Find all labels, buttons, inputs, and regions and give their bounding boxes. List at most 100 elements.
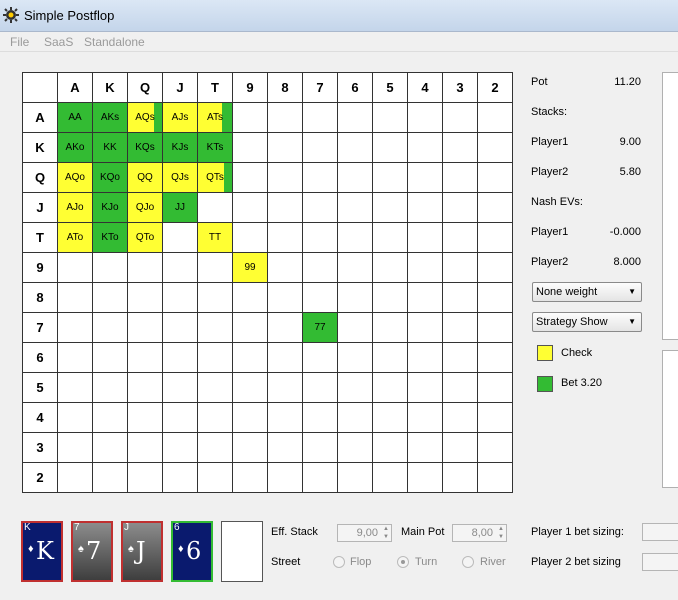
- hand-cell[interactable]: [92, 402, 128, 433]
- hand-cell[interactable]: [442, 162, 478, 193]
- hand-cell[interactable]: [57, 282, 93, 313]
- hand-cell[interactable]: [92, 312, 128, 343]
- hand-cell[interactable]: [477, 252, 513, 283]
- hand-cell[interactable]: [407, 252, 443, 283]
- hand-cell[interactable]: [407, 192, 443, 223]
- hand-cell[interactable]: [337, 102, 373, 133]
- hand-cell[interactable]: [302, 372, 338, 403]
- hand-cell[interactable]: QQ: [127, 162, 163, 193]
- hand-cell[interactable]: [162, 372, 198, 403]
- hand-cell[interactable]: [302, 282, 338, 313]
- hand-cell[interactable]: [337, 402, 373, 433]
- hand-cell[interactable]: [442, 222, 478, 253]
- hand-cell[interactable]: [57, 432, 93, 463]
- hand-cell[interactable]: [337, 432, 373, 463]
- hand-cell[interactable]: [232, 132, 268, 163]
- hand-cell[interactable]: [232, 192, 268, 223]
- hand-cell[interactable]: QTo: [127, 222, 163, 253]
- hand-cell[interactable]: [162, 462, 198, 493]
- hand-cell[interactable]: [92, 432, 128, 463]
- menu-saas[interactable]: SaaS: [44, 35, 73, 49]
- hand-cell[interactable]: [57, 342, 93, 373]
- hand-cell[interactable]: [57, 252, 93, 283]
- hand-cell[interactable]: KJs: [162, 132, 198, 163]
- hand-cell[interactable]: [337, 192, 373, 223]
- hand-cell[interactable]: [267, 282, 303, 313]
- hand-cell[interactable]: [407, 402, 443, 433]
- hand-cell[interactable]: [162, 432, 198, 463]
- hand-cell[interactable]: [407, 312, 443, 343]
- hand-cell[interactable]: KJo: [92, 192, 128, 223]
- hand-cell[interactable]: [372, 222, 408, 253]
- hand-cell[interactable]: 99: [232, 252, 268, 283]
- hand-cell[interactable]: KTs: [197, 132, 233, 163]
- hand-cell[interactable]: [407, 462, 443, 493]
- hand-cell[interactable]: [337, 462, 373, 493]
- hand-cell[interactable]: [267, 162, 303, 193]
- spinner-arrows-icon[interactable]: ▲ ▼: [383, 525, 389, 541]
- hand-cell[interactable]: [337, 282, 373, 313]
- hand-cell[interactable]: QJo: [127, 192, 163, 223]
- board-card-2[interactable]: 7 ♠ 7: [71, 521, 113, 582]
- hand-cell[interactable]: [267, 252, 303, 283]
- hand-cell[interactable]: [407, 342, 443, 373]
- hand-cell[interactable]: [372, 312, 408, 343]
- hand-cell[interactable]: [302, 432, 338, 463]
- hand-cell[interactable]: [267, 462, 303, 493]
- hand-cell[interactable]: [127, 372, 163, 403]
- hand-cell[interactable]: [477, 222, 513, 253]
- hand-cell[interactable]: [302, 402, 338, 433]
- hand-cell[interactable]: [162, 252, 198, 283]
- hand-cell[interactable]: [407, 432, 443, 463]
- hand-cell[interactable]: [372, 342, 408, 373]
- hand-cell[interactable]: [337, 162, 373, 193]
- hand-cell[interactable]: [127, 342, 163, 373]
- hand-cell[interactable]: [442, 402, 478, 433]
- hand-cell[interactable]: [92, 462, 128, 493]
- hand-cell[interactable]: [57, 402, 93, 433]
- hand-cell[interactable]: [57, 462, 93, 493]
- eff-stack-input[interactable]: 9,00 ▲ ▼: [337, 524, 392, 542]
- hand-cell[interactable]: [232, 372, 268, 403]
- hand-cell[interactable]: [197, 192, 233, 223]
- hand-cell[interactable]: AKs: [92, 102, 128, 133]
- hand-cell[interactable]: [197, 432, 233, 463]
- player2-bet-sizing-input[interactable]: [642, 553, 678, 571]
- hand-cell[interactable]: AQs: [127, 102, 163, 133]
- hand-cell[interactable]: [127, 432, 163, 463]
- hand-cell[interactable]: [162, 402, 198, 433]
- hand-cell[interactable]: [442, 342, 478, 373]
- hand-cell[interactable]: [372, 192, 408, 223]
- hand-cell[interactable]: [197, 312, 233, 343]
- menu-standalone[interactable]: Standalone: [84, 35, 145, 49]
- hand-cell[interactable]: [477, 162, 513, 193]
- spinner-arrows-icon[interactable]: ▲ ▼: [498, 525, 504, 541]
- hand-cell[interactable]: [442, 462, 478, 493]
- hand-cell[interactable]: JJ: [162, 192, 198, 223]
- hand-cell[interactable]: [477, 312, 513, 343]
- hand-cell[interactable]: [267, 432, 303, 463]
- hand-cell[interactable]: [372, 162, 408, 193]
- hand-cell[interactable]: [127, 402, 163, 433]
- hand-cell[interactable]: [232, 102, 268, 133]
- hand-cell[interactable]: [337, 132, 373, 163]
- hand-cell[interactable]: AJs: [162, 102, 198, 133]
- hand-cell[interactable]: [477, 102, 513, 133]
- hand-cell[interactable]: [372, 372, 408, 403]
- hand-cell[interactable]: [302, 102, 338, 133]
- hand-cell[interactable]: [477, 402, 513, 433]
- hand-cell[interactable]: [127, 252, 163, 283]
- hand-cell[interactable]: [197, 462, 233, 493]
- hand-cell[interactable]: AJo: [57, 192, 93, 223]
- hand-cell[interactable]: ATo: [57, 222, 93, 253]
- side-panel-bottom[interactable]: [662, 350, 678, 488]
- main-pot-input[interactable]: 8,00 ▲ ▼: [452, 524, 507, 542]
- hand-cell[interactable]: [477, 342, 513, 373]
- hand-cell[interactable]: [92, 372, 128, 403]
- hand-cell[interactable]: [232, 462, 268, 493]
- hand-cell[interactable]: 77: [302, 312, 338, 343]
- hand-cell[interactable]: [232, 282, 268, 313]
- hand-cell[interactable]: [267, 342, 303, 373]
- hand-cell[interactable]: [267, 372, 303, 403]
- hand-cell[interactable]: [442, 252, 478, 283]
